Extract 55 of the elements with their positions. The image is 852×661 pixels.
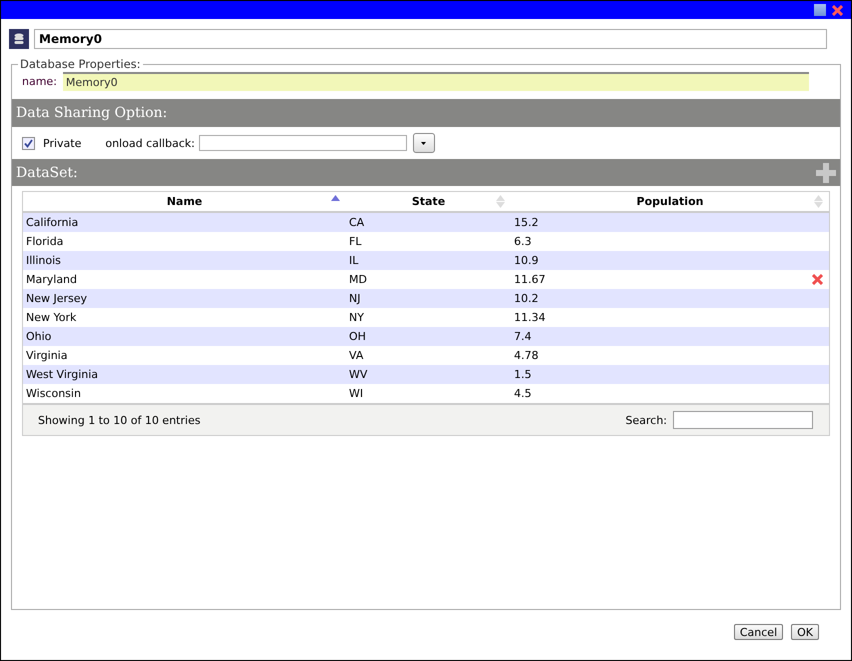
column-header[interactable]: State [412, 195, 446, 208]
table-cell: Virginia [26, 349, 68, 362]
search-label: Search: [626, 414, 667, 426]
table-cell: 15.2 [514, 216, 538, 229]
section-header: Data Sharing Option: [12, 99, 840, 127]
table-cell: Illinois [26, 254, 61, 267]
table-cell: WI [349, 387, 364, 400]
search-field[interactable] [673, 411, 813, 429]
delete-icon[interactable] [812, 274, 823, 285]
table-cell: NJ [349, 292, 360, 305]
table-cell: IL [349, 254, 358, 267]
table-cell: MD [349, 273, 367, 286]
dialog-button[interactable]: OK [791, 624, 819, 640]
table-cell: FL [349, 235, 362, 248]
caret-icon [421, 142, 426, 144]
title-field[interactable]: Memory0 [34, 29, 827, 49]
maximize-icon[interactable] [814, 4, 826, 16]
table-cell: Ohio [26, 330, 52, 343]
table-cell: Florida [26, 235, 64, 248]
callback-label: onload callback: [105, 136, 195, 150]
table-cell: California [26, 216, 78, 229]
table-cell: Wisconsin [26, 387, 81, 400]
table-cell: 4.78 [514, 349, 538, 362]
table-cell: 10.9 [514, 254, 538, 267]
group-legend: Database Properties: [18, 57, 143, 71]
dropdown-button[interactable] [412, 133, 435, 153]
callback-field[interactable] [198, 135, 407, 151]
entries-info: Showing 1 to 10 of 10 entries [38, 414, 200, 426]
dialog-button[interactable]: Cancel [734, 624, 784, 640]
private-checkbox[interactable] [22, 136, 35, 150]
column-header[interactable]: Name [166, 195, 202, 208]
table-cell: 1.5 [514, 368, 532, 381]
table-cell: CA [349, 216, 364, 229]
table-cell: 7.4 [514, 330, 532, 343]
add-icon[interactable] [816, 162, 836, 182]
table-cell: 11.67 [514, 273, 546, 286]
table-cell: VA [349, 349, 364, 362]
table-cell: West Virginia [26, 368, 98, 381]
table-cell: Maryland [26, 273, 78, 286]
name-label: name: [22, 75, 57, 88]
name-field[interactable]: Memory0 [62, 72, 809, 91]
table-cell: New Jersey [26, 292, 88, 305]
table-cell: OH [349, 330, 366, 343]
table-cell: 4.5 [514, 387, 532, 400]
table-cell: 11.34 [514, 311, 546, 324]
table-cell: 6.3 [514, 235, 532, 248]
table-cell: NY [349, 311, 364, 324]
column-header[interactable]: Population [636, 195, 704, 208]
private-label: Private [43, 136, 82, 150]
database-icon [9, 29, 29, 49]
close-icon[interactable] [832, 4, 843, 16]
table-cell: New York [26, 311, 76, 324]
section-header: DataSet: [16, 164, 78, 180]
table-cell: 10.2 [514, 292, 538, 305]
table-cell: WV [349, 368, 368, 381]
